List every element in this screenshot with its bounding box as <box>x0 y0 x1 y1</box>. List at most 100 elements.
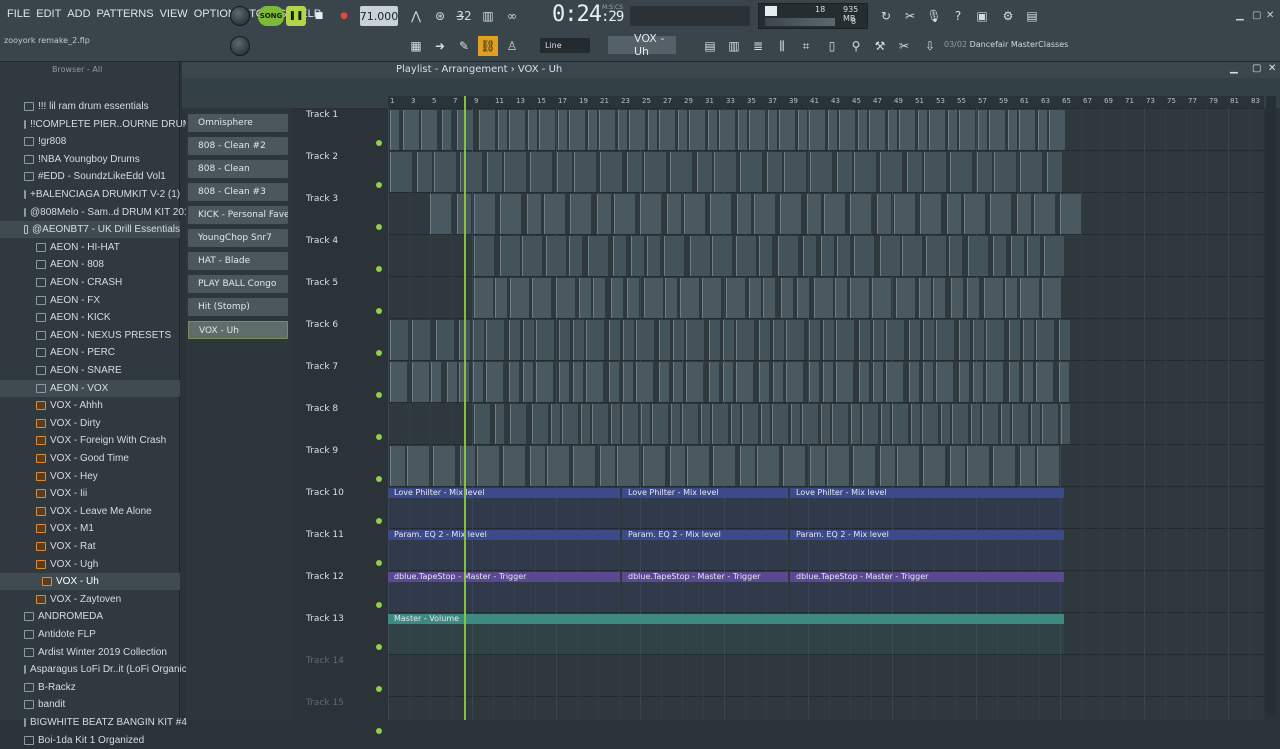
pattern-clip[interactable] <box>486 362 503 402</box>
pattern-clip[interactable] <box>569 236 582 276</box>
browser-item[interactable]: VOX - Rat <box>0 538 180 555</box>
pattern-clip[interactable] <box>522 236 542 276</box>
pattern-clip[interactable] <box>1037 446 1059 486</box>
browser-item[interactable]: VOX - Foreign With Crash <box>0 432 180 449</box>
browser-item[interactable]: !NBA Youngboy Drums <box>0 151 180 168</box>
pattern-clip[interactable] <box>948 110 957 150</box>
pattern-selector[interactable]: VOX - Uh <box>608 32 676 58</box>
pattern-clip[interactable] <box>1049 110 1065 150</box>
playhead[interactable] <box>464 96 466 720</box>
pattern-clip[interactable] <box>1020 446 1035 486</box>
pattern-clip[interactable] <box>880 236 900 276</box>
pattern-clip[interactable] <box>1042 404 1058 444</box>
pattern-clip[interactable] <box>421 110 437 150</box>
browser-item[interactable]: AEON - SNARE <box>0 362 180 379</box>
pattern-clip[interactable] <box>892 404 908 444</box>
pattern-clip[interactable] <box>557 152 572 192</box>
track-enable-led[interactable] <box>376 392 382 398</box>
track-header[interactable]: Track 7 <box>306 362 386 404</box>
pattern-clip[interactable] <box>644 278 663 318</box>
pattern-clip[interactable] <box>990 194 1011 234</box>
channel-rack-icon[interactable]: ≣ <box>748 36 768 56</box>
pattern-clip[interactable] <box>907 152 922 192</box>
browser-item[interactable]: AEON - VOX <box>0 379 180 397</box>
pattern-clip[interactable] <box>641 404 650 444</box>
pattern-clip[interactable] <box>559 320 570 360</box>
pattern-clip[interactable] <box>473 362 483 402</box>
pattern-clip[interactable] <box>600 446 615 486</box>
pattern-clip[interactable] <box>686 320 704 360</box>
pattern-clip[interactable] <box>740 446 755 486</box>
pattern-clip[interactable] <box>412 320 430 360</box>
pattern-clip[interactable] <box>390 446 405 486</box>
pattern-clip[interactable] <box>504 152 526 192</box>
pattern-clip[interactable] <box>971 404 980 444</box>
pattern-clip[interactable] <box>968 236 988 276</box>
pencil-tool-icon[interactable]: ✎ <box>454 36 474 56</box>
pattern-clip[interactable] <box>474 236 494 276</box>
wait-input-icon[interactable]: ⊛ <box>430 6 450 26</box>
track-header[interactable]: Track 14 <box>306 656 386 698</box>
browser-item[interactable]: AEON - HI-HAT <box>0 239 180 256</box>
pattern-clip[interactable] <box>809 362 819 402</box>
pattern-clip[interactable] <box>973 320 984 360</box>
pattern-clip[interactable] <box>684 194 705 234</box>
track-enable-led[interactable] <box>376 266 382 272</box>
pattern-clip[interactable] <box>1012 404 1028 444</box>
browser-item[interactable]: VOX - M1 <box>0 520 180 537</box>
pattern-clip[interactable] <box>647 236 660 276</box>
play-pause-button[interactable]: ❚❚ <box>286 6 306 26</box>
browser-item[interactable]: VOX - Good Time <box>0 450 180 467</box>
automation-clip[interactable]: Master - Volume <box>388 614 1064 654</box>
pattern-clip[interactable] <box>682 404 698 444</box>
pattern-clip[interactable] <box>814 278 833 318</box>
pattern-clip[interactable] <box>786 362 803 402</box>
browser-item[interactable]: VOX - Leave Me Alone <box>0 503 180 520</box>
pattern-clip[interactable] <box>562 404 578 444</box>
pattern-clip[interactable] <box>611 278 623 318</box>
countdown-icon[interactable]: 3̶2 <box>454 6 474 26</box>
browser-item[interactable]: Boi-1da Kit 1 Organized <box>0 732 180 749</box>
pattern-clip[interactable] <box>896 278 915 318</box>
pattern-clip[interactable] <box>523 362 533 402</box>
track-enable-led[interactable] <box>376 476 382 482</box>
pattern-clip[interactable] <box>510 278 529 318</box>
pattern-clip[interactable] <box>749 110 765 150</box>
pattern-clip[interactable] <box>779 110 795 150</box>
pattern-clip[interactable] <box>989 110 1005 150</box>
pattern-clip[interactable] <box>873 320 884 360</box>
pattern-clip[interactable] <box>1059 362 1069 402</box>
vertical-scrollbar[interactable] <box>1266 96 1276 716</box>
pattern-clip-source[interactable]: VOX - Uh <box>188 321 288 339</box>
track-header[interactable]: Track 12 <box>306 572 386 614</box>
pattern-clip[interactable] <box>853 446 875 486</box>
pattern-clip[interactable] <box>623 320 634 360</box>
pattern-clip[interactable] <box>1009 320 1020 360</box>
pattern-clip[interactable] <box>807 194 821 234</box>
browser-item[interactable]: @AEONBT7 - UK Drill Essentials <box>0 221 180 239</box>
arrow-right-icon[interactable]: ➜ <box>430 36 450 56</box>
pattern-clip[interactable] <box>1009 362 1019 402</box>
browser-item[interactable]: Ardist Winter 2019 Collection <box>0 644 180 661</box>
pattern-clip[interactable] <box>959 320 970 360</box>
pattern-clip[interactable] <box>1031 404 1040 444</box>
pattern-clip[interactable] <box>487 152 502 192</box>
pattern-clip[interactable] <box>767 152 782 192</box>
pattern-clip[interactable] <box>993 236 1006 276</box>
pattern-clip[interactable] <box>640 194 661 234</box>
pattern-clip[interactable] <box>802 404 818 444</box>
timeline-ruler[interactable]: 1 3 5 7 9 11 13 15 17 19 21 23 25 27 29 31 33 35 37 39 41 43 4… <box>388 96 1264 108</box>
pattern-clip[interactable] <box>558 110 567 150</box>
pattern-clip[interactable] <box>880 152 902 192</box>
browser-item[interactable]: B-Rackz <box>0 679 180 696</box>
playlist-close-icon[interactable]: ✕ <box>1268 63 1276 74</box>
pattern-clip[interactable] <box>629 110 645 150</box>
pattern-clip[interactable] <box>964 194 985 234</box>
automation-clip[interactable]: Param. EQ 2 - Mix level <box>790 530 1064 570</box>
piano-roll-icon[interactable]: ▥ <box>724 36 744 56</box>
pattern-clip[interactable] <box>479 110 495 150</box>
pattern-clip[interactable] <box>880 446 895 486</box>
automation-clip[interactable]: dblue.TapeStop - Master - Trigger <box>790 572 1064 612</box>
pattern-clip[interactable] <box>977 152 992 192</box>
pattern-clip[interactable] <box>821 236 834 276</box>
